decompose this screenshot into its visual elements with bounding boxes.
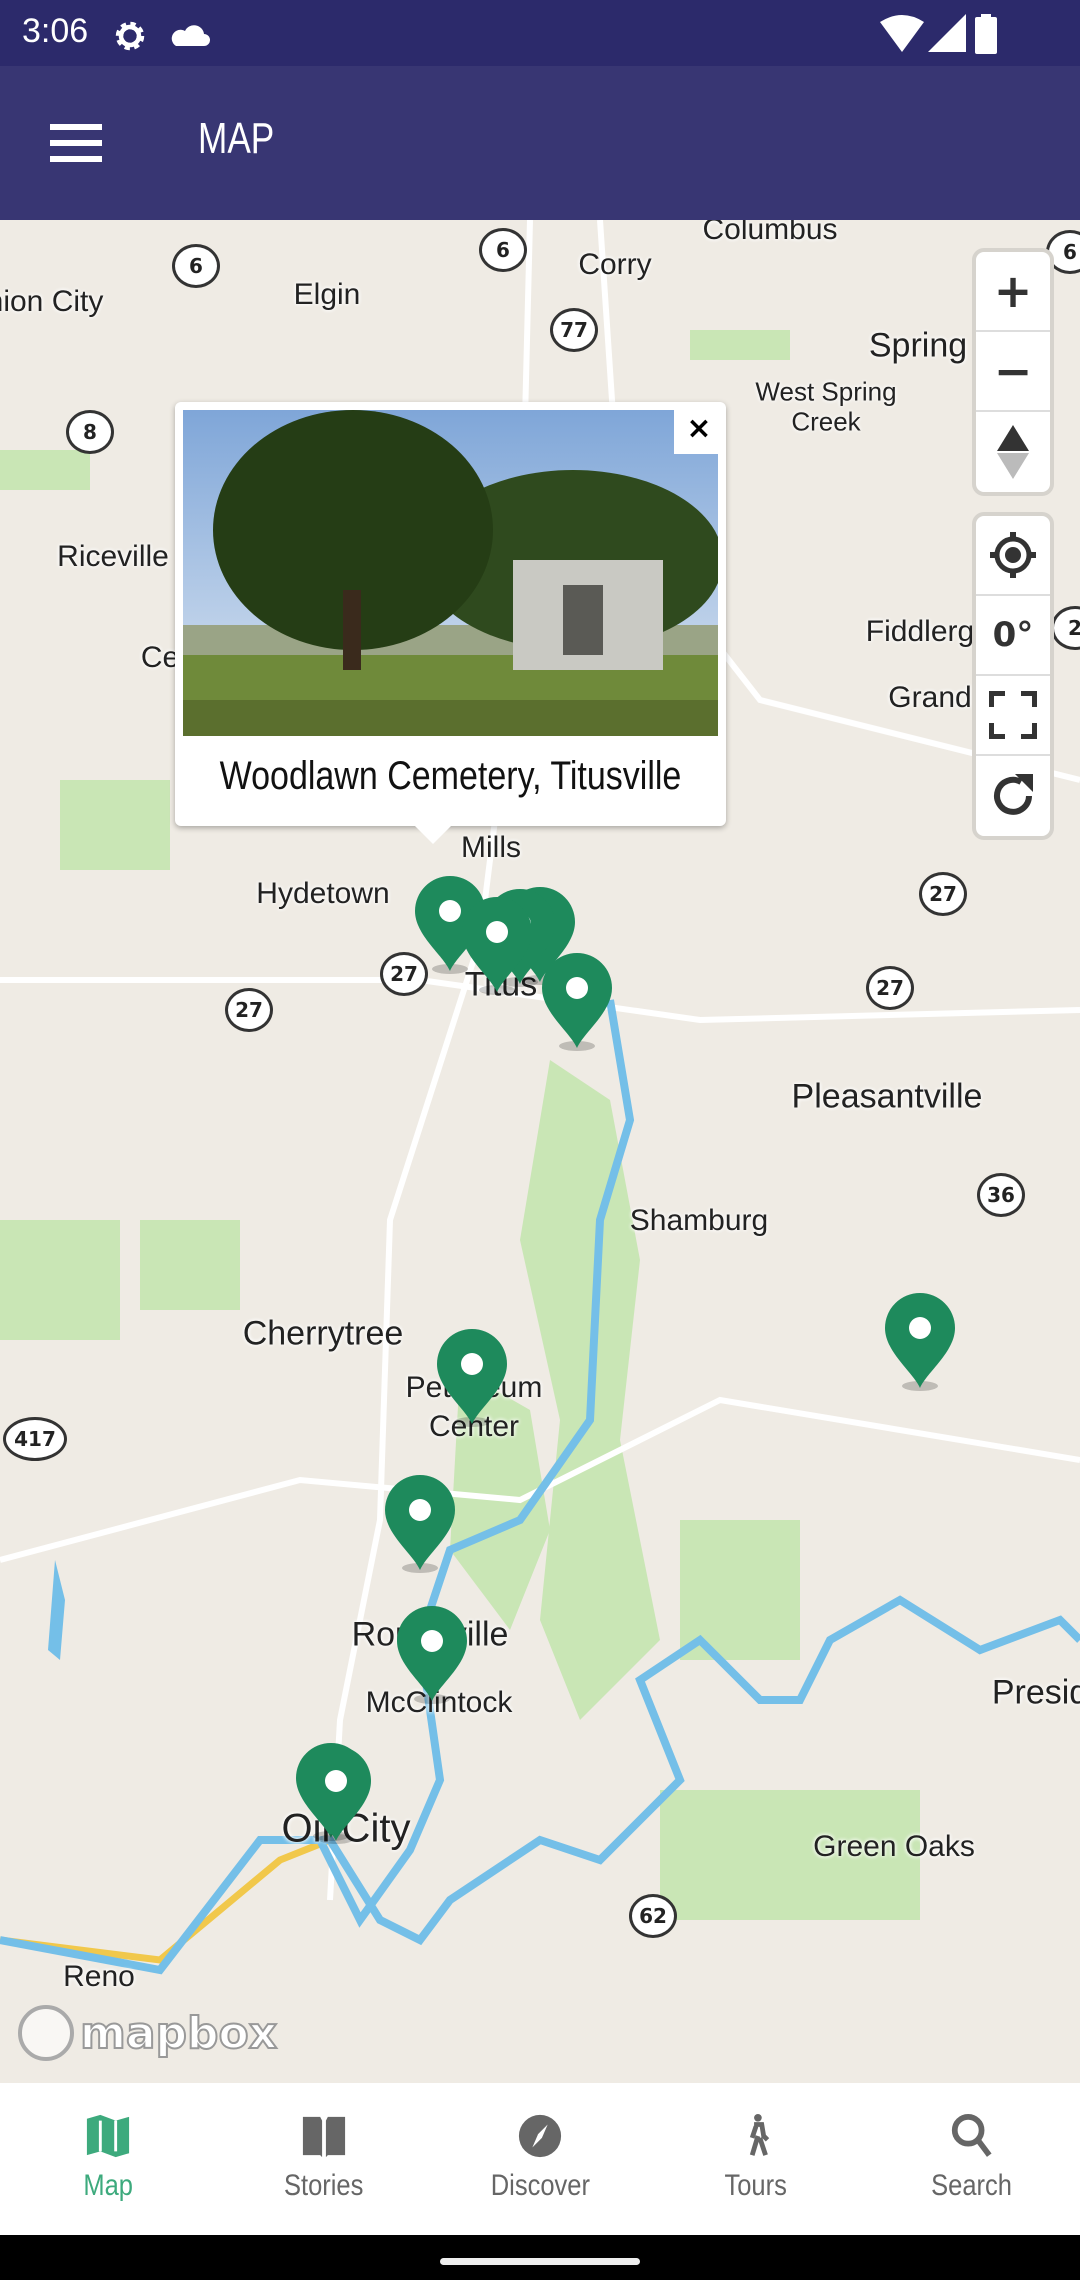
reset-button[interactable]	[976, 756, 1050, 836]
walking-icon	[749, 2113, 770, 2156]
battery-icon	[975, 14, 997, 54]
compass-icon	[518, 2114, 562, 2158]
place-popup[interactable]: Woodlawn Cemetery, Titusville ×	[175, 402, 726, 844]
place-label: Presid	[991, 1673, 1080, 1712]
fullscreen-button[interactable]	[976, 676, 1050, 756]
map-marker[interactable]	[460, 896, 534, 996]
zoom-controls: + −	[972, 248, 1054, 496]
map-marker[interactable]	[435, 1328, 509, 1428]
page-title: MAP	[198, 114, 275, 163]
compass-arrow-icon	[997, 425, 1029, 479]
route-shield: 27	[866, 966, 914, 1010]
place-label: Creek	[791, 406, 861, 437]
map-marker[interactable]	[395, 1605, 469, 1705]
home-handle[interactable]	[440, 2258, 640, 2265]
place-label: Fiddlerg	[865, 615, 975, 648]
book-icon	[302, 2116, 346, 2158]
route-shield: 6	[172, 244, 220, 288]
place-label: Reno	[63, 1960, 135, 1993]
place-label: Corry	[578, 248, 652, 281]
status-time: 3:06	[22, 12, 89, 50]
close-icon[interactable]: ×	[674, 404, 724, 454]
route-shield: 27	[919, 872, 967, 916]
wifi-icon	[880, 15, 924, 52]
map-marker[interactable]	[883, 1292, 957, 1392]
map-tools: 0°	[972, 512, 1054, 840]
place-label: Elgin	[293, 278, 361, 311]
bearing-button[interactable]: 0°	[976, 596, 1050, 676]
signal-icon	[928, 14, 966, 52]
search-icon	[951, 2113, 992, 2157]
zoom-out-button[interactable]: −	[976, 332, 1050, 412]
nav-search[interactable]: Search	[864, 2083, 1080, 2235]
zoom-in-button[interactable]: +	[976, 252, 1050, 332]
route-shield: 417	[3, 1417, 67, 1461]
nav-tours[interactable]: Tours	[648, 2083, 864, 2235]
place-label: Ce	[140, 641, 180, 674]
compass-button[interactable]	[976, 412, 1050, 492]
place-label: Grand	[888, 681, 972, 714]
cloud-icon	[171, 25, 210, 46]
place-label: Columbus	[702, 220, 838, 246]
place-label: Pleasantville	[791, 1077, 983, 1116]
nav-discover[interactable]: Discover	[432, 2083, 648, 2235]
refresh-icon	[994, 774, 1033, 815]
route-shield: 8	[66, 410, 114, 454]
route-shield: 77	[550, 308, 598, 352]
map-icon	[86, 2114, 130, 2158]
hamburger-menu-icon[interactable]	[50, 124, 102, 164]
route-shield: 62	[629, 1894, 677, 1938]
map-view[interactable]: Columbus Corry Elgin nion City Spring C …	[0, 220, 1080, 2083]
place-label: nion City	[0, 285, 104, 318]
place-photo	[183, 410, 718, 736]
map-marker[interactable]	[299, 1745, 373, 1845]
map-marker[interactable]	[383, 1474, 457, 1574]
app-bar: MAP	[0, 66, 1080, 220]
place-label: Cherrytree	[242, 1314, 404, 1353]
place-label: Mills	[461, 831, 521, 864]
nav-map[interactable]: Map	[0, 2083, 216, 2235]
gear-icon	[115, 21, 145, 51]
locate-button[interactable]	[976, 516, 1050, 596]
route-shield: 27	[225, 988, 273, 1032]
bottom-nav: Map Stories Discover Tours Search	[0, 2083, 1080, 2235]
fullscreen-icon	[989, 691, 1037, 739]
locate-icon	[990, 532, 1036, 578]
place-label: West Spring	[755, 376, 897, 407]
place-label: Shamburg	[629, 1204, 769, 1237]
place-label: Hydetown	[256, 877, 390, 910]
mapbox-logo[interactable]: mapbox	[18, 2005, 278, 2061]
place-label: Green Oaks	[813, 1830, 975, 1863]
popup-title: Woodlawn Cemetery, Titusville	[219, 754, 682, 798]
place-label: Riceville	[57, 540, 169, 573]
route-shield: 6	[479, 228, 527, 272]
map-marker[interactable]	[540, 952, 614, 1052]
nav-stories[interactable]: Stories	[216, 2083, 432, 2235]
status-bar: 3:06	[0, 0, 1080, 66]
route-shield: 36	[977, 1173, 1025, 1217]
